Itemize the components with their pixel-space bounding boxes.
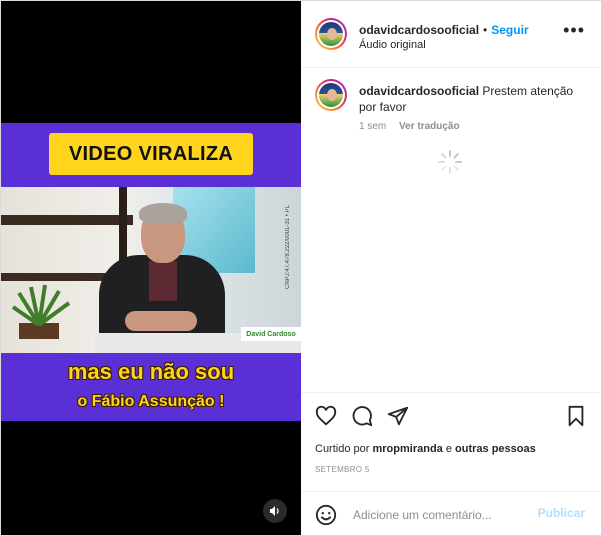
caption-comment: odavidcardosooficial Prestem atenção por… <box>359 83 579 115</box>
liked-prefix: Curtido por <box>315 443 370 455</box>
header-userline: odavidcardosooficial • Seguir <box>359 21 529 39</box>
comment-username[interactable]: odavidcardosooficial <box>359 84 479 98</box>
likes-summary: Curtido por mropmiranda e outras pessoas <box>315 443 536 455</box>
more-options-icon[interactable]: ••• <box>563 21 585 39</box>
person-hair <box>139 203 187 223</box>
video-scene: CNPJ:47.478.222/0001-31 • PL David Cardo… <box>1 187 301 353</box>
scene-shelf <box>1 215 133 225</box>
caption-line-1: mas eu não sou <box>67 359 235 384</box>
liked-join: e <box>445 443 452 455</box>
header-username[interactable]: odavidcardosooficial <box>359 23 479 37</box>
audio-label[interactable]: Áudio original <box>359 39 426 51</box>
liked-others-link[interactable]: outras pessoas <box>455 443 536 455</box>
video-frame[interactable]: VIDEO VIRALIZA CNPJ:47.478.222/0001-31 •… <box>1 123 301 421</box>
follow-button[interactable]: Seguir <box>491 23 528 37</box>
bookmark-icon[interactable] <box>565 405 587 427</box>
loading-spinner-icon <box>438 150 462 174</box>
share-icon[interactable] <box>387 405 409 427</box>
post-modal: VIDEO VIRALIZA CNPJ:47.478.222/0001-31 •… <box>0 0 601 536</box>
separator-dot: • <box>483 23 488 37</box>
action-bar: Curtido por mropmiranda e outras pessoas… <box>301 392 601 483</box>
side-registration-text: CNPJ:47.478.222/0001-31 • PL <box>285 205 291 289</box>
translate-link[interactable]: Ver tradução <box>399 121 460 132</box>
plant-graphic <box>11 284 71 339</box>
heart-icon[interactable] <box>315 405 337 427</box>
caption-line-2: o Fábio Assunção ! <box>77 393 225 410</box>
speaker-glyph <box>270 506 279 516</box>
add-comment-bar: Publicar <box>301 491 601 536</box>
name-tag: David Cardoso <box>241 327 301 341</box>
speaker-icon[interactable] <box>263 499 287 523</box>
video-player[interactable]: VIDEO VIRALIZA CNPJ:47.478.222/0001-31 •… <box>1 1 301 535</box>
comment-meta: 1 sem Ver tradução <box>359 121 470 132</box>
post-sidebar: odavidcardosooficial • Seguir Áudio origin… <box>301 1 601 535</box>
post-header: odavidcardosooficial • Seguir Áudio origin… <box>301 1 601 68</box>
emoji-icon[interactable] <box>315 504 337 526</box>
comment-avatar[interactable] <box>315 79 347 111</box>
person-hands <box>125 311 197 331</box>
video-banner: VIDEO VIRALIZA <box>49 133 253 175</box>
comment-time[interactable]: 1 sem <box>359 121 386 132</box>
comment-input[interactable] <box>351 504 525 526</box>
liked-user-link[interactable]: mropmiranda <box>372 443 442 455</box>
person-shirt <box>149 261 177 301</box>
comments-section: odavidcardosooficial Prestem atenção por… <box>301 67 601 392</box>
comment-icon[interactable] <box>351 405 373 427</box>
publish-button[interactable]: Publicar <box>538 506 585 520</box>
avatar[interactable] <box>315 18 347 50</box>
post-date[interactable]: SETEMBRO 5 <box>315 465 370 474</box>
